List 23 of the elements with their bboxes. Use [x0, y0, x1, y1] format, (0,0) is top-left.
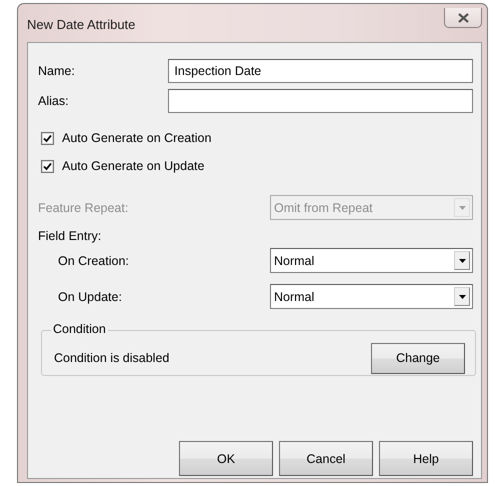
dropdown[interactable]: Normal — [270, 248, 473, 273]
input-field[interactable]: Inspection Date — [168, 59, 473, 83]
close-icon — [458, 12, 468, 22]
input-field[interactable] — [168, 89, 473, 113]
window-title: New Date Attribute — [27, 17, 136, 32]
cancel-button[interactable]: Cancel — [279, 441, 373, 476]
field-label: Name: — [38, 64, 76, 78]
section-label: Field Entry: — [38, 229, 102, 243]
field-label: On Creation: — [57, 254, 130, 268]
change-button[interactable]: Change — [371, 342, 465, 374]
ok-button[interactable]: OK — [179, 441, 273, 476]
checkbox[interactable] — [41, 132, 54, 144]
close-button[interactable] — [444, 8, 482, 28]
checkbox-label: Auto Generate on Creation — [62, 131, 212, 145]
checkbox-label: Auto Generate on Update — [62, 159, 204, 173]
checkbox[interactable] — [41, 160, 54, 172]
group-legend: Condition — [51, 322, 108, 336]
dropdown[interactable]: Normal — [270, 284, 473, 309]
field-label: Feature Repeat: — [38, 200, 130, 214]
field-label: Alias: — [38, 94, 70, 108]
field-label: On Update: — [57, 290, 123, 304]
status-text: Condition is disabled — [54, 351, 170, 365]
help-button[interactable]: Help — [379, 441, 473, 476]
